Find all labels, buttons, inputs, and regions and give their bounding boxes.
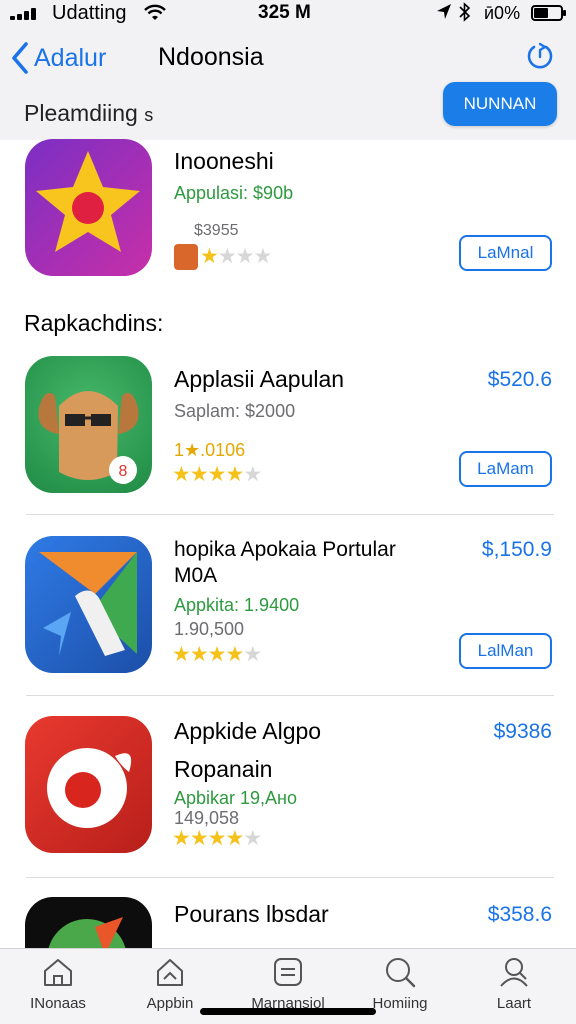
tab-2[interactable]: Marnansiol <box>238 955 338 1012</box>
category-heading: Rapkachdins: <box>24 310 164 336</box>
star-empty-icon: ★ <box>243 463 262 486</box>
app-name: Pourans lbsdar <box>174 901 329 927</box>
star-filled-icon: ★ <box>207 463 227 486</box>
app-price: $358.6 <box>487 903 552 926</box>
star-empty-icon: ★ <box>253 245 272 268</box>
location-icon <box>436 3 452 26</box>
app-icon-1[interactable] <box>25 536 152 673</box>
tab-label: INonaas <box>30 995 86 1012</box>
section-title: Pleamdiing s <box>24 100 154 126</box>
signal-icon <box>10 8 46 20</box>
app-subtitle: Appkita: 1.9400 <box>174 595 300 615</box>
star-empty-icon: ★ <box>217 245 237 268</box>
status-bar: Udatting 325 M ӣ0% <box>0 0 576 28</box>
app-rating: ★★★★★ <box>172 642 262 667</box>
star-filled-icon: ★ <box>207 643 227 666</box>
app-name-line2: Ropanain <box>174 756 273 782</box>
apps-icon <box>157 959 183 986</box>
app-subtitle: Saplam: $2000 <box>174 401 296 421</box>
bluetooth-icon <box>458 2 472 27</box>
app-icon-2[interactable] <box>25 716 152 853</box>
app-name: Applasii Aapulan <box>174 366 345 392</box>
tab-4[interactable]: Laart <box>464 955 564 1012</box>
star-filled-icon: ★ <box>200 245 219 268</box>
battery-icon <box>531 5 566 21</box>
get-button[interactable]: LalMan <box>459 633 552 669</box>
account-icon <box>500 958 528 987</box>
featured-rating: ★★★★ <box>200 244 272 269</box>
wifi-icon <box>144 4 166 27</box>
refresh-icon[interactable] <box>524 40 556 72</box>
star-filled-icon: ★ <box>172 643 191 666</box>
primary-button[interactable]: NUNNAN <box>443 82 557 126</box>
star-filled-icon: ★ <box>189 827 209 850</box>
svg-text:8: 8 <box>119 463 128 480</box>
app-price: $,150.9 <box>481 538 552 561</box>
home-indicator[interactable] <box>200 1008 376 1015</box>
star-empty-icon: ★ <box>243 827 262 850</box>
app-meta: 1.90,500 <box>174 619 245 639</box>
chevron-left-icon <box>12 42 28 74</box>
star-filled-icon: ★ <box>225 463 244 486</box>
featured-get-button[interactable]: LaMnal <box>459 235 552 271</box>
app-rating: ★★★★★ <box>172 826 262 851</box>
featured-price-line: $3955 <box>194 222 239 239</box>
star-empty-icon: ★ <box>243 643 262 666</box>
app-subtitle: Apbikar 19,Ано <box>174 788 298 808</box>
battery-percentage: ӣ0% <box>484 3 521 23</box>
home-icon <box>44 959 72 986</box>
back-label: Adalur <box>34 43 107 72</box>
featured-app-subtitle: Appulasi: $90b <box>174 183 294 203</box>
carrier-name: Udatting <box>52 2 127 24</box>
row-divider <box>26 877 554 878</box>
app-rating: ★★★★★ <box>172 462 262 487</box>
app-name-line2: M0A <box>174 564 218 587</box>
star-filled-icon: ★ <box>172 827 191 850</box>
search-icon <box>386 958 416 988</box>
list-icon <box>274 958 302 986</box>
page-title: Ndoonsia <box>158 43 264 71</box>
star-filled-icon: ★ <box>189 643 209 666</box>
row-divider <box>26 514 554 515</box>
star-filled-icon: ★ <box>172 463 191 486</box>
star-filled-icon: ★ <box>207 827 227 850</box>
featured-app-name: Inooneshi <box>174 148 274 174</box>
clock: 325 M <box>258 2 311 23</box>
app-meta: 1★.0106 <box>174 440 246 460</box>
back-button[interactable]: Adalur <box>10 40 106 76</box>
star-empty-icon: ★ <box>235 245 255 268</box>
tab-0[interactable]: INonaas <box>8 955 108 1012</box>
tab-label: Laart <box>496 995 532 1012</box>
star-filled-icon: ★ <box>225 827 244 850</box>
get-button[interactable]: LaMam <box>459 451 552 487</box>
featured-app-icon[interactable] <box>25 139 152 276</box>
app-price: $520.6 <box>487 368 552 391</box>
app-price: $9386 <box>493 720 552 743</box>
app-name: Appkide Algpo <box>174 718 322 744</box>
app-icon-0[interactable]: 8 <box>25 356 152 493</box>
app-name: hopika Apokaia Portular <box>174 538 396 561</box>
row-divider <box>26 695 554 696</box>
star-filled-icon: ★ <box>189 463 209 486</box>
tab-3[interactable]: Homiing <box>350 955 450 1012</box>
star-filled-icon: ★ <box>225 643 244 666</box>
featured-app-badge <box>174 244 198 270</box>
tab-1[interactable]: Appbin <box>120 955 220 1012</box>
